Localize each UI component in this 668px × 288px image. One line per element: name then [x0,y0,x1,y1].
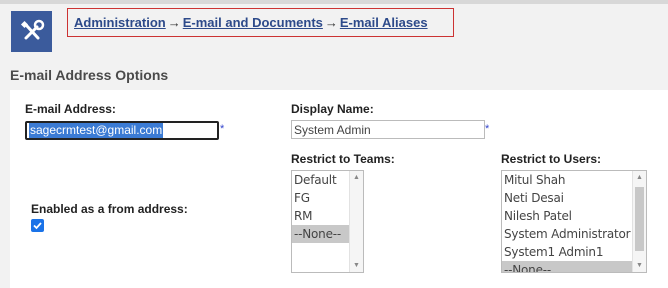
users-label: Restrict to Users: [501,152,602,166]
email-field[interactable]: sagecrmtest@gmail.com [25,121,219,140]
display-name-required-marker: * [485,123,490,135]
section-title: E-mail Address Options [10,67,169,83]
display-name-label: Display Name: [291,102,374,116]
breadcrumb-administration[interactable]: Administration [74,15,166,30]
teams-scrollbar[interactable]: ▲ ▼ [349,171,363,272]
teams-option-rm[interactable]: RM [292,207,349,225]
top-bar [0,0,668,4]
enabled-label: Enabled as a from address: [31,202,188,216]
enabled-checkbox[interactable] [31,219,44,232]
breadcrumb-arrow-icon: → [167,15,181,30]
teams-option-none[interactable]: --None-- [292,225,349,243]
email-label: E-mail Address: [25,102,116,116]
teams-listbox[interactable]: Default FG RM --None-- ▲ ▼ [291,170,364,273]
display-name-value: System Admin [294,122,371,137]
arrow-up-icon[interactable]: ▲ [633,171,646,184]
tools-icon [11,11,52,52]
users-option-mitul-shah[interactable]: Mitul Shah [502,171,632,189]
email-required-marker: * [220,123,225,135]
breadcrumb-email-aliases[interactable]: E-mail Aliases [340,15,428,30]
users-option-neti-desai[interactable]: Neti Desai [502,189,632,207]
users-option-system1-admin1[interactable]: System1 Admin1 [502,243,632,261]
email-value: sagecrmtest@gmail.com [29,123,164,138]
form-panel: E-mail Address: sagecrmtest@gmail.com * … [10,90,668,288]
display-name-field[interactable]: System Admin [291,120,485,139]
breadcrumb-email-and-documents[interactable]: E-mail and Documents [183,15,323,30]
users-listbox[interactable]: Mitul Shah Neti Desai Nilesh Patel Syste… [501,170,647,273]
breadcrumb: Administration → E-mail and Documents → … [67,8,454,37]
users-option-nilesh-patel[interactable]: Nilesh Patel [502,207,632,225]
arrow-up-icon[interactable]: ▲ [350,171,363,184]
users-scrollbar[interactable]: ▲ ▼ [632,171,646,272]
users-scrollbar-thumb[interactable] [635,187,644,251]
breadcrumb-arrow-icon: → [324,15,338,30]
teams-label: Restrict to Teams: [291,152,395,166]
users-option-none[interactable]: --None-- [502,261,632,272]
check-icon [33,222,42,230]
arrow-down-icon[interactable]: ▼ [633,259,646,272]
teams-option-fg[interactable]: FG [292,189,349,207]
teams-option-default[interactable]: Default [292,171,349,189]
arrow-down-icon[interactable]: ▼ [350,259,363,272]
users-option-system-administrator[interactable]: System Administrator [502,225,632,243]
